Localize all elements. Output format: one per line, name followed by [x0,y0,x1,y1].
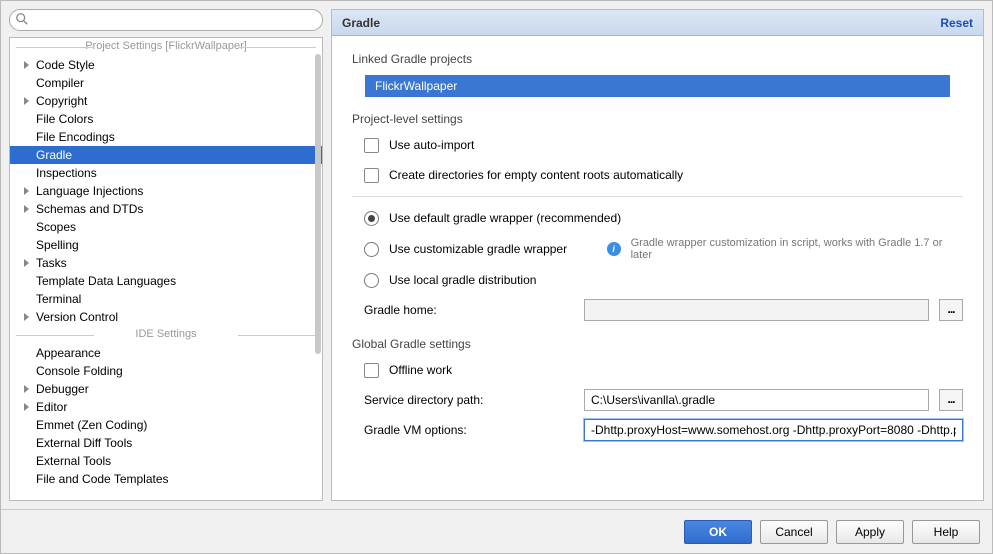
tree-item[interactable]: Template Data Languages [10,272,322,290]
linked-projects-label: Linked Gradle projects [352,52,963,66]
tree-item[interactable]: Inspections [10,164,322,182]
tree-item[interactable]: Emmet (Zen Coding) [10,416,322,434]
cancel-button[interactable]: Cancel [760,520,828,544]
help-button[interactable]: Help [912,520,980,544]
vm-options-input[interactable] [584,419,963,441]
create-dirs-checkbox[interactable] [364,168,379,183]
tree-item[interactable]: File and Code Templates [10,470,322,488]
vm-options-label: Gradle VM options: [364,423,574,437]
linked-project-item[interactable]: FlickrWallpaper [365,75,962,97]
tree-item[interactable]: Language Injections [10,182,322,200]
tree-item[interactable]: External Diff Tools [10,434,322,452]
tree-item[interactable]: Code Style [10,56,322,74]
tree-item[interactable]: Copyright [10,92,322,110]
tree-item[interactable]: Scopes [10,218,322,236]
custom-wrapper-label: Use customizable gradle wrapper [389,242,597,256]
service-dir-input[interactable] [584,389,929,411]
tree-item[interactable]: Version Control [10,308,322,326]
ok-button[interactable]: OK [684,520,752,544]
offline-work-checkbox[interactable] [364,363,379,378]
default-wrapper-radio[interactable] [364,211,379,226]
dialog-button-bar: OK Cancel Apply Help [1,509,992,553]
local-dist-label: Use local gradle distribution [389,273,536,287]
service-dir-label: Service directory path: [364,393,574,407]
custom-wrapper-hint: Gradle wrapper customization in script, … [631,237,963,261]
tree-item[interactable]: Appearance [10,344,322,362]
auto-import-checkbox[interactable] [364,138,379,153]
tree-item[interactable]: Console Folding [10,362,322,380]
tree-item[interactable]: Terminal [10,290,322,308]
settings-tree-panel: Project Settings [FlickrWallpaper]Code S… [9,9,323,501]
tree-item[interactable]: File Encodings [10,128,322,146]
detail-panel: Gradle Reset Linked Gradle projects Flic… [331,9,984,501]
reset-link[interactable]: Reset [940,16,973,30]
tree-item[interactable]: Gradle [10,146,322,164]
tree-item[interactable]: Compiler [10,74,322,92]
default-wrapper-label: Use default gradle wrapper (recommended) [389,211,621,225]
search-icon [15,12,29,26]
apply-button[interactable]: Apply [836,520,904,544]
local-dist-radio[interactable] [364,273,379,288]
global-settings-label: Global Gradle settings [352,337,963,351]
tree-item[interactable]: Schemas and DTDs [10,200,322,218]
tree-item[interactable]: Editor [10,398,322,416]
tree-section-header: Project Settings [FlickrWallpaper] [10,38,322,56]
auto-import-label: Use auto-import [389,138,474,152]
gradle-home-label: Gradle home: [364,303,574,317]
tree-section-header: IDE Settings [10,326,322,344]
info-icon: i [607,242,621,256]
gradle-home-input[interactable] [584,299,929,321]
settings-tree[interactable]: Project Settings [FlickrWallpaper]Code S… [10,38,322,500]
tree-item[interactable]: Debugger [10,380,322,398]
separator [352,196,963,197]
scrollbar-thumb[interactable] [315,54,321,354]
page-title: Gradle [342,16,380,30]
linked-projects-list[interactable]: FlickrWallpaper [364,74,963,98]
tree-item[interactable]: External Tools [10,452,322,470]
custom-wrapper-radio[interactable] [364,242,379,257]
create-dirs-label: Create directories for empty content roo… [389,168,683,182]
tree-item[interactable]: Tasks [10,254,322,272]
tree-item[interactable]: Spelling [10,236,322,254]
offline-work-label: Offline work [389,363,452,377]
tree-item[interactable]: File Colors [10,110,322,128]
gradle-home-browse-button[interactable]: ... [939,299,963,321]
project-level-label: Project-level settings [352,112,963,126]
search-input[interactable] [9,9,323,31]
service-dir-browse-button[interactable]: ... [939,389,963,411]
